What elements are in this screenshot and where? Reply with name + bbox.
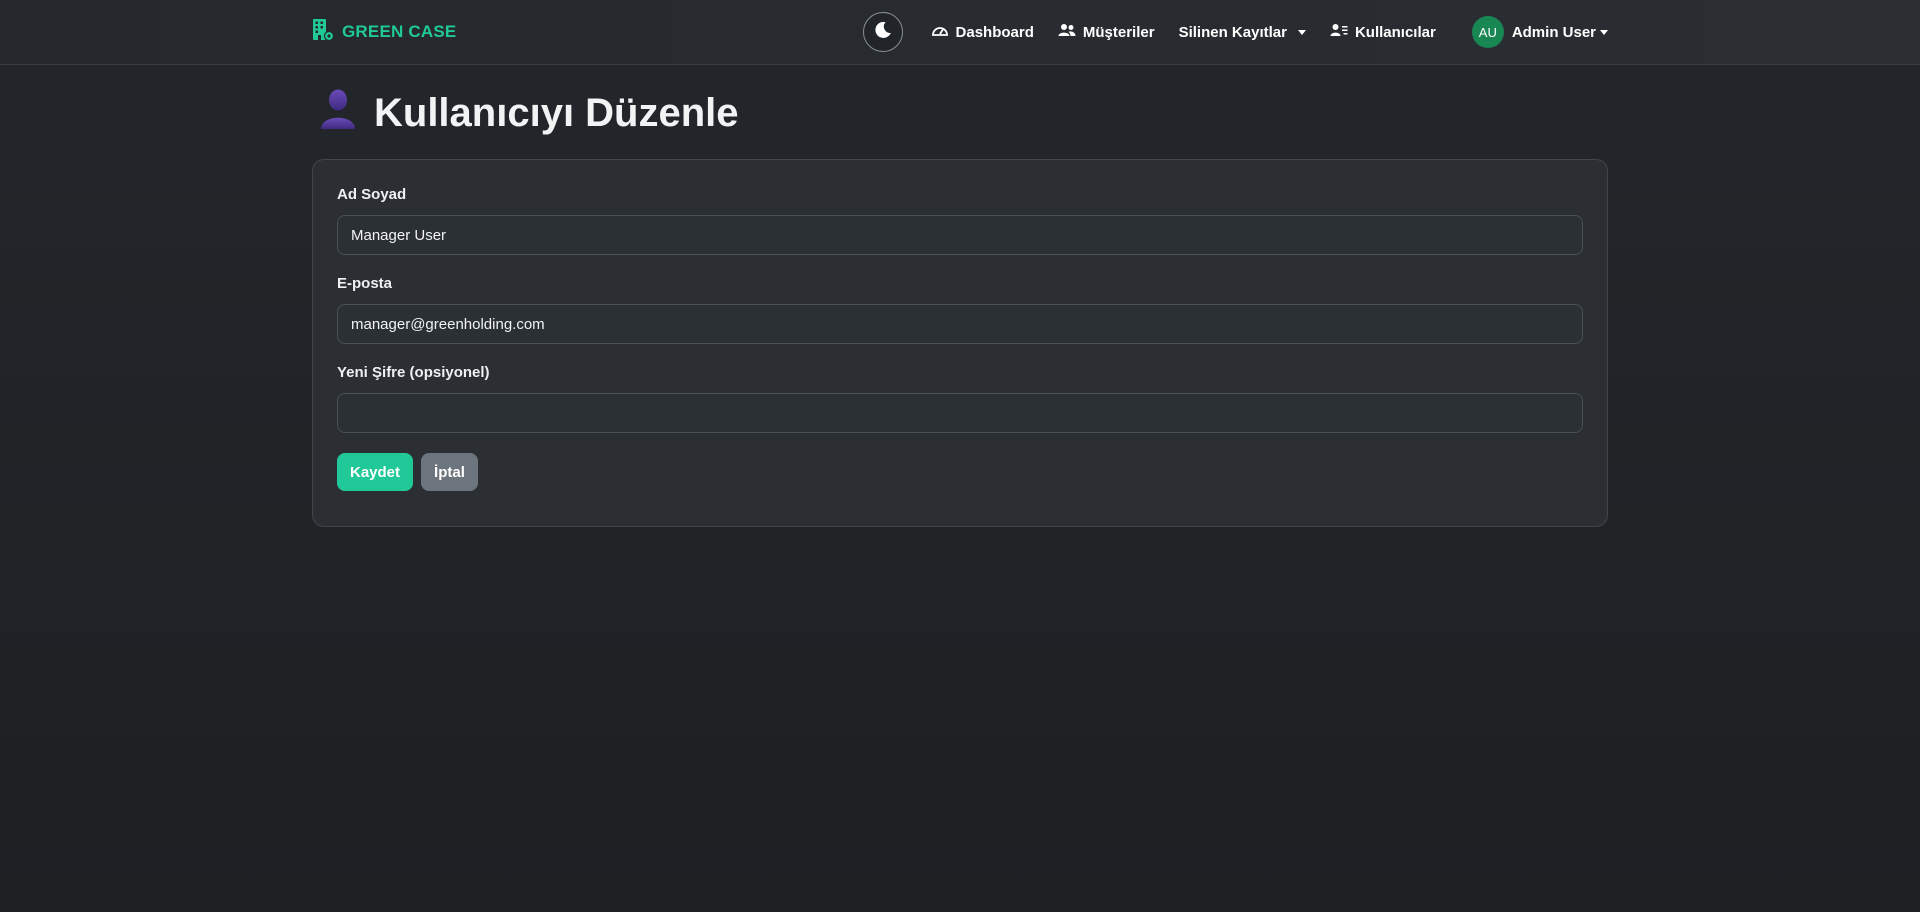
form-actions: Kaydet İptal [337,453,1583,491]
theme-toggle-button[interactable] [862,12,903,52]
page-title: Kullanıcıyı Düzenle [374,90,739,135]
edit-user-form-card: Ad Soyad E-posta Yeni Şifre (opsiyonel) … [312,159,1608,527]
speedometer-icon [931,23,949,41]
new-password-label: Yeni Şifre (opsiyonel) [337,364,490,381]
chevron-down-icon [1600,29,1608,35]
top-navbar: GREEN CASE Dashboard Müşteriler Silinen … [0,0,1920,65]
page-header: Kullanıcıyı Düzenle [312,89,1608,135]
navbar-container: GREEN CASE Dashboard Müşteriler Silinen … [312,0,1608,64]
fullname-input[interactable] [337,215,1583,255]
user-name: Admin User [1512,24,1608,41]
nav-link-users[interactable]: Kullanıcılar [1318,12,1448,52]
nav-dropdown-deleted-records[interactable]: Silinen Kayıtlar [1167,12,1318,52]
building-gear-icon [312,18,335,47]
save-button[interactable]: Kaydet [337,453,414,491]
nav-link-dashboard-label: Dashboard [955,23,1034,41]
nav-menu: Dashboard Müşteriler Silinen Kayıtlar Ku… [862,0,1608,64]
nav-link-users-label: Kullanıcılar [1354,23,1436,41]
new-password-input[interactable] [337,393,1583,433]
nav-link-customers-label: Müşteriler [1082,23,1155,41]
nav-link-customers[interactable]: Müşteriler [1046,12,1167,52]
brand-link[interactable]: GREEN CASE [312,18,456,47]
fullname-label: Ad Soyad [337,186,407,203]
chevron-down-icon [1297,29,1306,35]
person-lines-icon [1330,23,1348,41]
people-icon [1058,23,1076,41]
cancel-button[interactable]: İptal [421,453,478,491]
nav-link-dashboard[interactable]: Dashboard [919,12,1046,52]
brand-name: GREEN CASE [342,22,457,41]
user-name-label: Admin User [1511,23,1596,41]
avatar: AU [1471,16,1504,48]
email-input[interactable] [337,304,1583,344]
nav-dropdown-deleted-records-label: Silinen Kayıtlar [1178,23,1287,41]
user-silhouette-icon [318,87,358,139]
user-menu-dropdown[interactable]: AU Admin User [1471,16,1608,48]
email-label: E-posta [337,275,393,292]
moon-icon [873,20,893,45]
main-content: Kullanıcıyı Düzenle Ad Soyad E-posta Yen… [312,65,1608,527]
